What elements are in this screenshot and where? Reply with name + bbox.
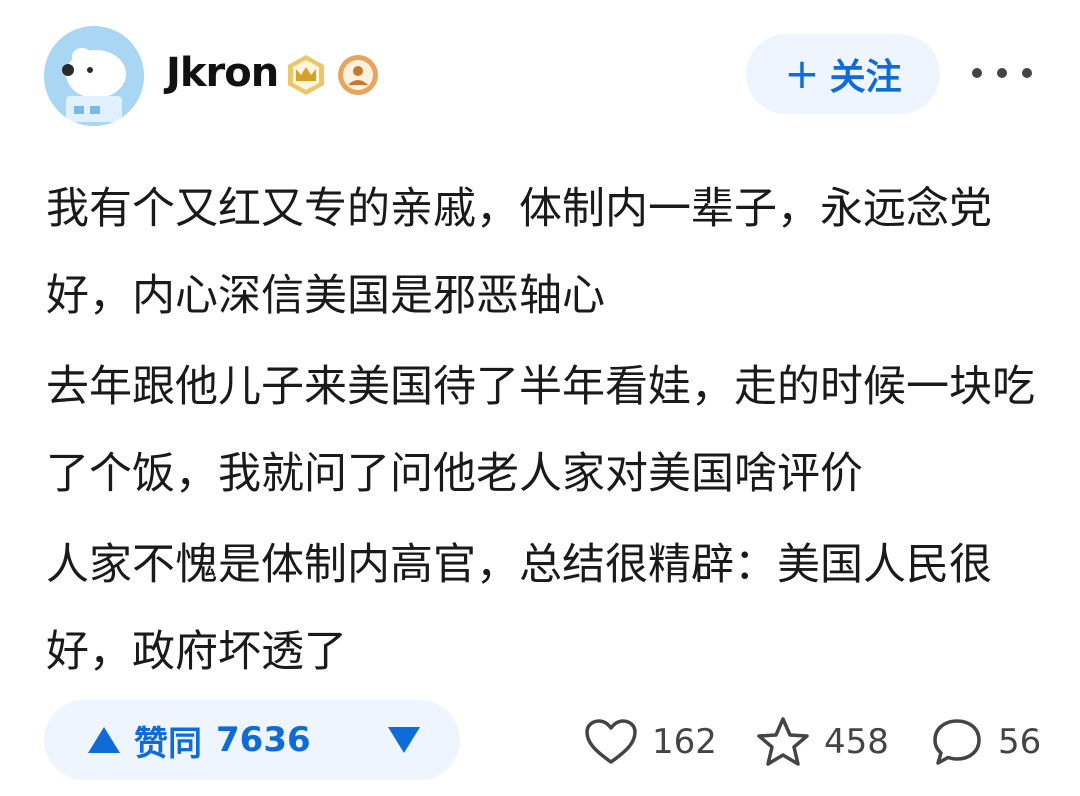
triangle-up-icon	[88, 727, 120, 753]
comment-button[interactable]: 56	[930, 712, 1041, 772]
username[interactable]: Jkron	[166, 50, 279, 96]
more-options-button[interactable]	[972, 58, 1032, 88]
follow-label: 关注	[829, 57, 902, 98]
paragraph: 去年跟他儿子来美国待了半年看娃，走的时候一块吃了个饭，我就问了问他老人家对美国啥…	[46, 362, 1035, 499]
heart-icon	[585, 719, 637, 764]
dot-icon	[1022, 68, 1032, 78]
cartoon-dog-avatar-icon	[44, 26, 144, 126]
follow-button[interactable]: + 关注	[746, 34, 940, 114]
avatar[interactable]	[44, 26, 144, 126]
star-icon	[757, 717, 809, 766]
vote-label: 赞同	[134, 723, 202, 764]
crown-badge-icon[interactable]	[284, 53, 328, 97]
downvote-button[interactable]	[388, 700, 420, 780]
favorite-button[interactable]: 458	[756, 712, 889, 772]
person-badge-icon[interactable]	[336, 53, 380, 97]
like-count: 162	[652, 722, 717, 762]
paragraph: 人家不愧是体制内高官，总结很精辟：美国人民很好，政府坏透了	[46, 540, 992, 677]
like-button[interactable]: 162	[584, 712, 717, 772]
vote-pill: 赞同 7636	[44, 700, 460, 780]
post-content: 我有个又红又专的亲戚，体制内一辈子，永远念党好，内心深信美国是邪恶轴心 去年跟他…	[46, 166, 1036, 700]
plus-icon: +	[784, 49, 820, 98]
upvote-button[interactable]: 赞同 7636	[88, 700, 311, 780]
dot-icon	[972, 68, 982, 78]
comment-bubble-icon	[933, 719, 981, 765]
favorite-count: 458	[824, 722, 889, 762]
vote-count: 7636	[216, 720, 311, 760]
dot-icon	[997, 68, 1007, 78]
comment-count: 56	[998, 722, 1042, 762]
paragraph: 我有个又红又专的亲戚，体制内一辈子，永远念党好，内心深信美国是邪恶轴心	[46, 184, 992, 321]
triangle-down-icon	[388, 727, 420, 753]
